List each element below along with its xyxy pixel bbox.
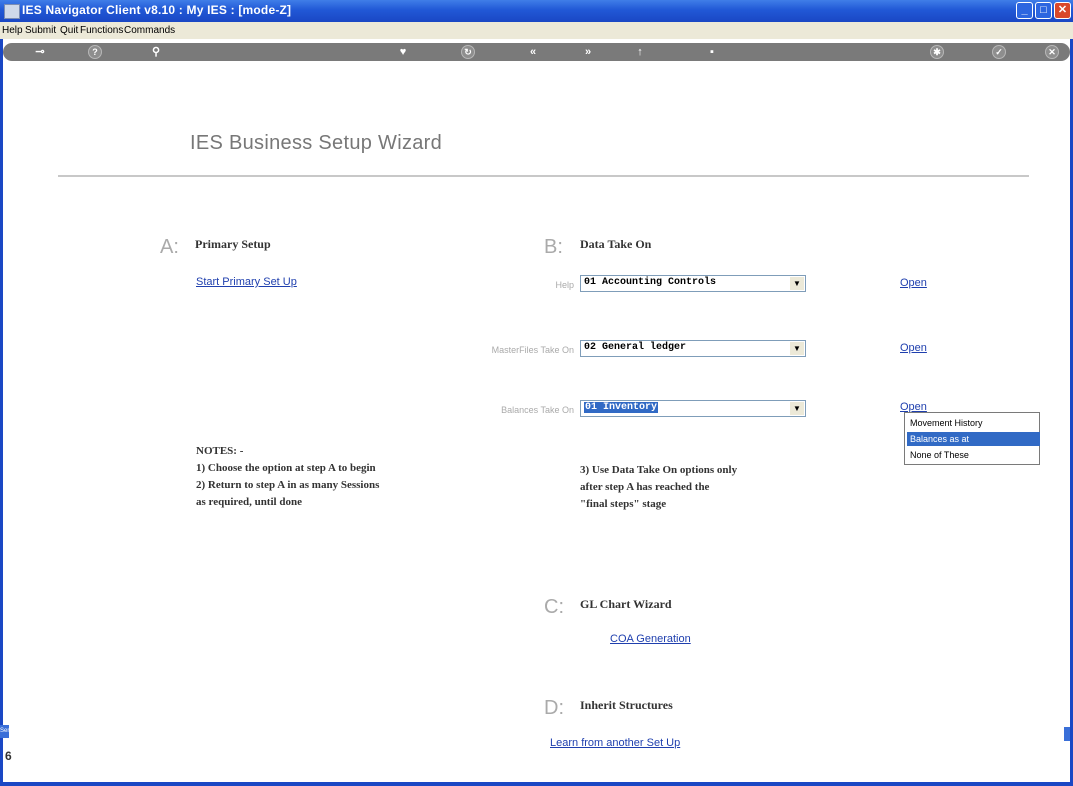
menu-submit[interactable]: Submit xyxy=(25,25,56,36)
wizard-title: IES Business Setup Wizard xyxy=(190,132,443,154)
menu-commands[interactable]: Commands xyxy=(124,25,175,36)
right-side-tab[interactable] xyxy=(1064,727,1070,741)
left-side-tab[interactable]: Ser xyxy=(0,725,9,738)
help-label: Help xyxy=(555,280,574,290)
check-icon[interactable]: ✓ xyxy=(992,45,1006,59)
maximize-button[interactable]: □ xyxy=(1035,2,1052,19)
popup-item-balances-as-at[interactable]: Balances as at xyxy=(907,432,1040,446)
masterfiles-select-value: 02 General ledger xyxy=(584,342,687,353)
minimize-button[interactable]: _ xyxy=(1016,2,1033,19)
help-icon[interactable]: ? xyxy=(88,45,102,59)
balances-select-value: 01 Inventory xyxy=(584,402,659,413)
open-link-masterfiles[interactable]: Open xyxy=(900,342,927,354)
balances-select[interactable]: 01 Inventory ▼ xyxy=(580,400,806,417)
left-side-char: 6 xyxy=(5,749,12,763)
masterfiles-label: MasterFiles Take On xyxy=(491,345,574,355)
menu-bar: Help Submit Quit Functions Commands xyxy=(0,22,1073,39)
rewind-icon[interactable]: « xyxy=(526,45,540,59)
start-primary-setup-link[interactable]: Start Primary Set Up xyxy=(196,276,297,288)
section-d-heading: Inherit Structures xyxy=(580,698,673,712)
menu-functions[interactable]: Functions xyxy=(80,25,123,36)
close-button[interactable]: ✕ xyxy=(1054,2,1071,19)
app-icon xyxy=(4,4,20,19)
section-b-heading: Data Take On xyxy=(580,237,652,251)
forward-icon[interactable]: » xyxy=(581,45,595,59)
refresh-icon[interactable]: ↻ xyxy=(461,45,475,59)
toolbar: ⊸ ? ⚲ ♥ ↻ « » ↑ ▪ ✱ ✓ ✕ xyxy=(3,43,1070,61)
window-frame-bottom xyxy=(0,782,1073,786)
section-c-heading: GL Chart Wizard xyxy=(580,597,672,611)
star-icon[interactable]: ✱ xyxy=(930,45,944,59)
chevron-down-icon[interactable]: ▼ xyxy=(790,342,804,355)
arrow-icon[interactable]: ↑ xyxy=(633,45,647,59)
square-icon[interactable]: ▪ xyxy=(705,45,719,59)
cancel-icon[interactable]: ✕ xyxy=(1045,45,1059,59)
masterfiles-select[interactable]: 02 General ledger ▼ xyxy=(580,340,806,357)
section-b-letter: B: xyxy=(544,236,563,258)
window-frame-left xyxy=(0,39,3,786)
help-select[interactable]: 01 Accounting Controls ▼ xyxy=(580,275,806,292)
open-link-help[interactable]: Open xyxy=(900,277,927,289)
help-select-value: 01 Accounting Controls xyxy=(584,277,717,288)
open-options-popup: Movement History Balances as at None of … xyxy=(904,412,1040,465)
popup-item-none[interactable]: None of These xyxy=(907,448,1040,462)
notes-left: NOTES: - 1) Choose the option at step A … xyxy=(196,445,380,508)
section-d-letter: D: xyxy=(544,697,564,719)
title-divider xyxy=(58,175,1029,177)
menu-help[interactable]: Help xyxy=(2,25,23,36)
learn-from-another-setup-link[interactable]: Learn from another Set Up xyxy=(550,737,680,749)
section-c-letter: C: xyxy=(544,596,564,618)
section-a-letter: A: xyxy=(160,236,179,258)
window-title: IES Navigator Client v8.10 : My IES : [m… xyxy=(22,3,292,17)
key-icon[interactable]: ⊸ xyxy=(33,45,47,59)
menu-quit[interactable]: Quit xyxy=(60,25,78,36)
section-a-heading: Primary Setup xyxy=(195,237,271,251)
window-titlebar: IES Navigator Client v8.10 : My IES : [m… xyxy=(0,0,1073,22)
search-icon[interactable]: ⚲ xyxy=(149,45,163,59)
coa-generation-link[interactable]: COA Generation xyxy=(610,633,691,645)
popup-item-movement-history[interactable]: Movement History xyxy=(907,416,1040,430)
chevron-down-icon[interactable]: ▼ xyxy=(790,277,804,290)
balances-label: Balances Take On xyxy=(501,405,574,415)
notes-right: 3) Use Data Take On options only after s… xyxy=(580,464,738,510)
heart-icon[interactable]: ♥ xyxy=(396,45,410,59)
chevron-down-icon[interactable]: ▼ xyxy=(790,402,804,415)
